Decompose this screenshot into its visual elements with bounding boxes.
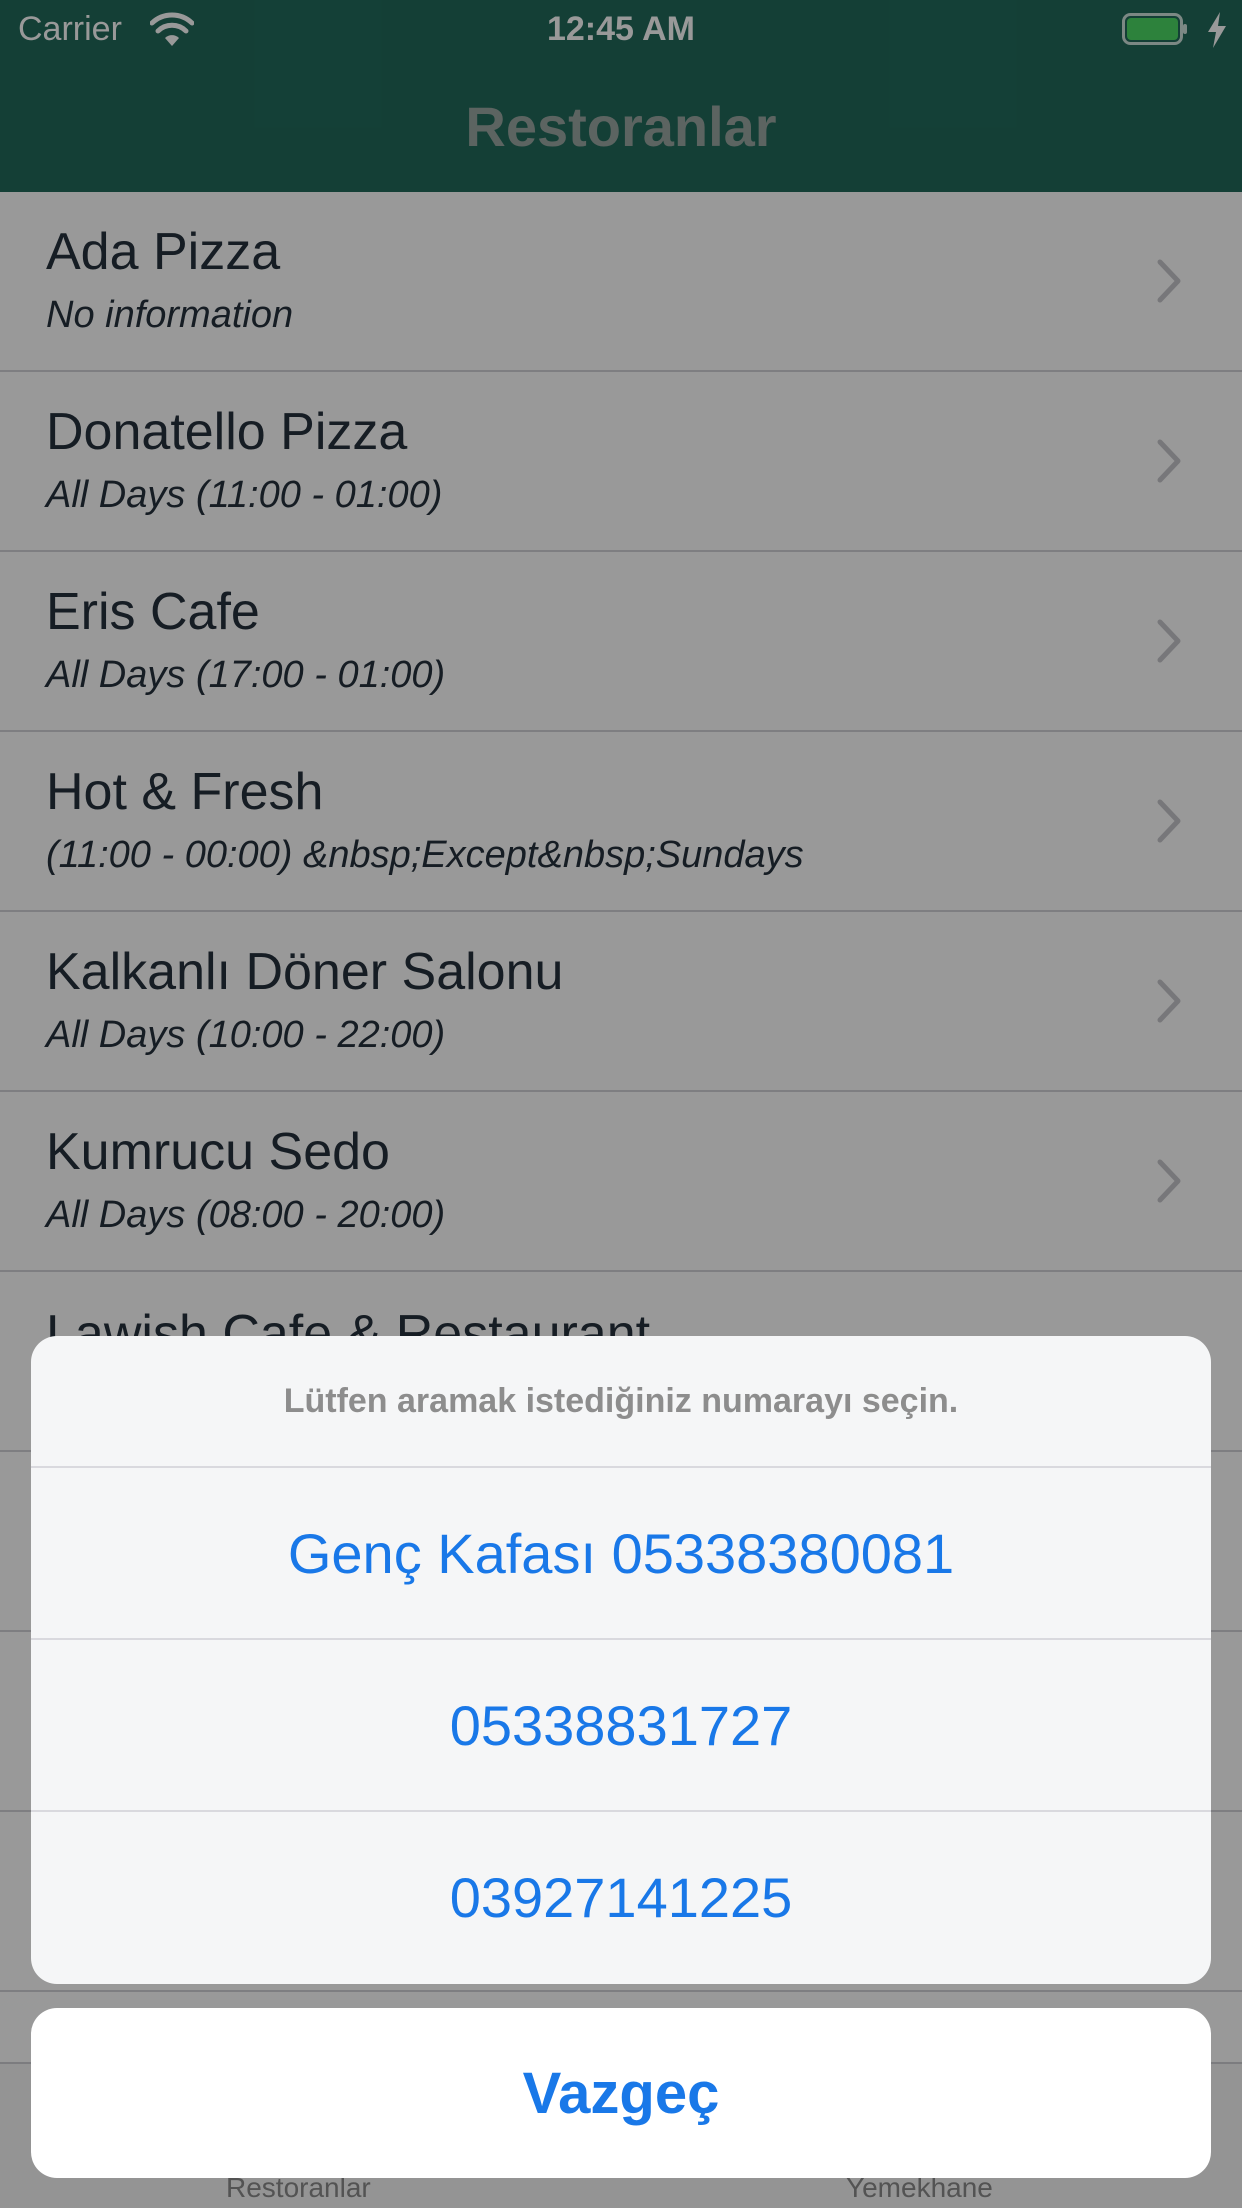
action-sheet-title: Lütfen aramak istediğiniz numarayı seçin… [31,1336,1211,1468]
call-action-sheet: Lütfen aramak istediğiniz numarayı seçin… [31,1336,1211,1984]
call-number-button[interactable]: 05338831727 [31,1640,1211,1812]
call-number-button[interactable]: Genç Kafası 05338380081 [31,1468,1211,1640]
call-number-button[interactable]: 03927141225 [31,1812,1211,1982]
cancel-button[interactable]: Vazgeç [31,2008,1211,2178]
